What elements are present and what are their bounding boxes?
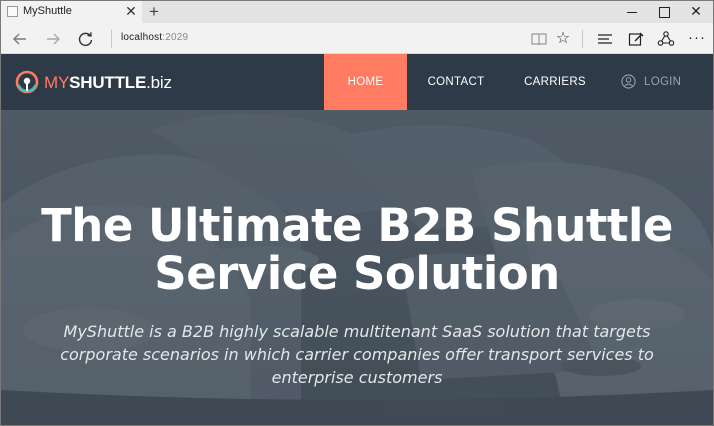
logo-text: MYSHUTTLE.biz bbox=[44, 73, 172, 93]
browser-toolbar: localhost:2029 ☆ ··· bbox=[1, 23, 713, 54]
logo-biz: .biz bbox=[146, 73, 172, 92]
nav-contact-link[interactable]: CONTACT bbox=[419, 54, 493, 110]
web-note-icon[interactable] bbox=[626, 29, 646, 49]
hero-title-line-2: Service Solution bbox=[154, 247, 560, 300]
page-favicon-icon bbox=[7, 6, 18, 17]
back-arrow-icon[interactable] bbox=[9, 28, 31, 50]
reading-view-icon[interactable] bbox=[529, 29, 549, 49]
more-icon[interactable]: ··· bbox=[687, 29, 707, 49]
minimize-button[interactable] bbox=[617, 1, 647, 23]
forward-arrow-icon[interactable] bbox=[42, 28, 64, 50]
new-tab-button[interactable]: + bbox=[146, 1, 162, 23]
nav-home-link[interactable]: HOME bbox=[324, 54, 407, 110]
browser-window: MyShuttle ✕ + ✕ localhost:2029 ☆ ··· MYS… bbox=[0, 0, 714, 426]
title-bar: MyShuttle ✕ + ✕ bbox=[1, 1, 713, 23]
page-viewport: MYSHUTTLE.biz HOME CONTACT CARRIERS LOGI… bbox=[1, 54, 713, 425]
nav-login-link[interactable]: LOGIN bbox=[619, 54, 691, 110]
refresh-icon[interactable] bbox=[75, 28, 97, 50]
hero-title-line-1: The Ultimate B2B Shuttle bbox=[41, 199, 673, 252]
address-port: :2029 bbox=[162, 32, 189, 43]
tab-close-button[interactable]: ✕ bbox=[123, 2, 139, 20]
address-divider bbox=[111, 30, 112, 48]
favorite-star-icon[interactable]: ☆ bbox=[553, 29, 573, 49]
logo-my: MY bbox=[44, 73, 70, 92]
hero-section: The Ultimate B2B Shuttle Service Solutio… bbox=[1, 110, 713, 425]
user-icon bbox=[621, 74, 636, 89]
logo-icon bbox=[15, 70, 39, 94]
browser-tab[interactable]: MyShuttle ✕ bbox=[1, 1, 142, 23]
toolbar-divider bbox=[582, 30, 583, 48]
address-host: localhost bbox=[121, 32, 163, 43]
hero-subtitle: MyShuttle is a B2B highly scalable multi… bbox=[60, 322, 654, 387]
maximize-button[interactable] bbox=[649, 1, 679, 23]
window-close-button[interactable]: ✕ bbox=[681, 1, 711, 23]
share-icon[interactable] bbox=[656, 29, 676, 49]
logo-shuttle: SHUTTLE bbox=[69, 73, 147, 92]
login-label: LOGIN bbox=[644, 76, 682, 88]
hero-title: The Ultimate B2B Shuttle Service Solutio… bbox=[1, 202, 713, 298]
address-bar[interactable]: localhost:2029 bbox=[121, 32, 188, 43]
hub-icon[interactable] bbox=[595, 29, 615, 49]
tab-title: MyShuttle bbox=[23, 5, 72, 17]
nav-carriers-link[interactable]: CARRIERS bbox=[517, 54, 593, 110]
site-navbar: MYSHUTTLE.biz HOME CONTACT CARRIERS LOGI… bbox=[1, 54, 713, 110]
